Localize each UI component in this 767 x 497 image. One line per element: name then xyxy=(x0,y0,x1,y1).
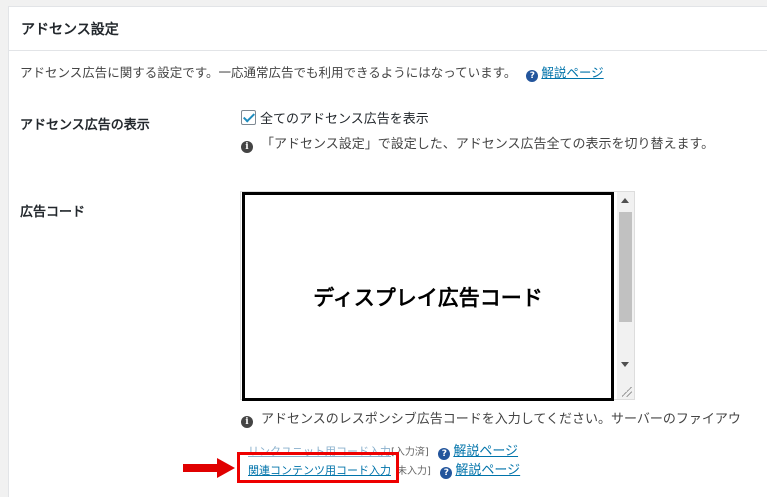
panel-title: アドセンス設定 xyxy=(21,22,119,38)
resize-grip-icon[interactable] xyxy=(622,387,632,397)
red-arrow-icon xyxy=(183,458,235,478)
display-setting-label: アドセンス広告の表示 xyxy=(20,118,150,133)
title-divider xyxy=(9,50,767,51)
info-icon: i xyxy=(241,141,253,153)
textarea-scrollbar[interactable] xyxy=(617,192,634,399)
display-note-text: 「アドセンス設定」で設定した、アドセンス広告全ての表示を切り替えます。 xyxy=(261,137,715,152)
description-text: アドセンス広告に関する設定です。一応通常広告でも利用できるようにはなっています。 xyxy=(20,65,517,80)
adsense-settings-panel: アドセンス設定 アドセンス広告に関する設定です。一応通常広告でも利用できるように… xyxy=(8,6,767,497)
scroll-up-arrow-icon[interactable] xyxy=(621,198,629,203)
ad-code-note-text: アドセンスのレスポンシブ広告コードを入力してください。サーバーのファイアウ xyxy=(261,412,741,427)
ad-code-textarea-wrapper: ディスプレイ広告コード xyxy=(240,191,635,401)
ad-code-note: i アドセンスのレスポンシブ広告コードを入力してください。サーバーのファイアウ xyxy=(241,408,741,428)
info-icon: i xyxy=(241,416,253,428)
ad-code-textarea[interactable]: ディスプレイ広告コード xyxy=(242,192,614,401)
ad-code-label: 広告コード xyxy=(20,205,86,220)
link-unit-help-link[interactable]: 解説ページ xyxy=(453,444,518,459)
checkbox-label[interactable]: 全てのアドセンス広告を表示 xyxy=(260,108,429,127)
highlight-box xyxy=(237,452,399,483)
related-content-help-link[interactable]: 解説ページ xyxy=(455,463,520,478)
display-all-ads-row: 全てのアドセンス広告を表示 xyxy=(241,108,429,127)
display-setting-note: i 「アドセンス設定」で設定した、アドセンス広告全ての表示を切り替えます。 xyxy=(241,133,714,153)
question-icon: ? xyxy=(440,467,453,479)
question-icon: ? xyxy=(526,70,539,82)
related-content-status: 未入力] xyxy=(397,466,431,477)
display-all-ads-checkbox[interactable] xyxy=(241,110,256,125)
help-page-link[interactable]: 解説ページ xyxy=(541,65,603,80)
panel-description: アドセンス広告に関する設定です。一応通常広告でも利用できるようにはなっています。… xyxy=(20,62,604,82)
scroll-thumb[interactable] xyxy=(619,212,632,322)
scroll-down-arrow-icon[interactable] xyxy=(621,362,629,367)
